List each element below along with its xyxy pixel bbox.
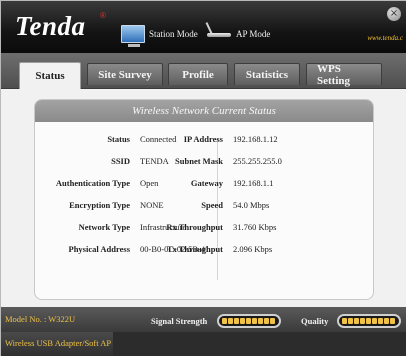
field-value: 2.096 Kbps [233,244,273,254]
signal-strength-meter [217,314,281,328]
rx-throughput-row: Rx Throughput 31.760 Kbps [113,222,276,232]
speed-row: Speed 54.0 Mbps [113,200,269,210]
status-panel: Wireless Network Current Status Status Co… [34,99,374,300]
meter-segment [246,318,251,324]
meter-segment [228,318,233,324]
field-label: IP Address [183,134,223,144]
router-icon [206,28,232,40]
meter-segment [372,318,377,324]
ip-address-row: IP Address 192.168.1.12 [113,134,278,144]
field-label: Gateway [190,178,223,188]
field-value: 54.0 Mbps [233,200,270,210]
app-window: Tenda ® Station Mode AP Mode × www.tenda… [0,0,406,356]
field-label: Rx Throughput [166,222,223,232]
header-bar: Tenda ® Station Mode AP Mode × www.tenda… [1,1,406,53]
content-area: Wireless Network Current Status Status Co… [1,89,406,307]
tab-wps-setting[interactable]: WPS Setting [306,63,382,87]
tab-bar: Status Site Survey Profile Statistics WP… [1,53,406,89]
meter-segment [378,318,383,324]
footer-bottom-bar: Wireless USB Adapter/Soft AP [1,332,406,356]
station-mode-button[interactable]: Station Mode [121,23,198,47]
tenda-logo: Tenda [15,11,86,41]
meter-segment [348,318,353,324]
panel-title: Wireless Network Current Status [35,100,373,122]
meter-segment [240,318,245,324]
field-value: 192.168.1.1 [233,178,274,188]
footer-top-bar: Model No. : W322U Signal Strength Qualit… [1,307,406,332]
close-icon[interactable]: × [387,7,401,21]
meter-segment [264,318,269,324]
field-label: Speed [201,200,223,210]
meter-segment [366,318,371,324]
registered-mark: ® [100,11,106,20]
field-value: 192.168.1.12 [233,134,278,144]
field-label: Subnet Mask [175,156,223,166]
tab-status[interactable]: Status [19,62,81,89]
adapter-name: Wireless USB Adapter/Soft AP [5,338,112,348]
ap-mode-label: AP Mode [236,29,271,39]
tab-profile[interactable]: Profile [168,63,228,85]
meter-segment [384,318,389,324]
meter-segment [354,318,359,324]
meter-segment [252,318,257,324]
subnet-mask-row: Subnet Mask 255.255.255.0 [113,156,282,166]
ap-mode-button[interactable]: AP Mode [206,23,270,45]
meter-segment [342,318,347,324]
signal-strength-label: Signal Strength [151,316,208,326]
quality-meter [337,314,401,328]
model-number: Model No. : W322U [5,314,76,324]
meter-segment [258,318,263,324]
meter-segment [234,318,239,324]
tab-site-survey[interactable]: Site Survey [87,63,163,85]
meter-segment [390,318,395,324]
gateway-row: Gateway 192.168.1.1 [113,178,273,188]
field-value: 31.760 Kbps [233,222,277,232]
monitor-icon [121,25,145,47]
tx-throughput-row: Tx Throughput 2.096 Kbps [113,244,272,254]
field-label: Tx Throughput [166,244,223,254]
field-value: 255.255.255.0 [233,156,282,166]
quality-label: Quality [301,316,329,326]
meter-segment [360,318,365,324]
meter-segment [222,318,227,324]
status-footer: Model No. : W322U Signal Strength Qualit… [1,307,406,356]
tab-statistics[interactable]: Statistics [234,63,300,85]
meter-segment [270,318,275,324]
website-link[interactable]: www.tenda.c [367,34,403,42]
station-mode-label: Station Mode [149,29,198,39]
